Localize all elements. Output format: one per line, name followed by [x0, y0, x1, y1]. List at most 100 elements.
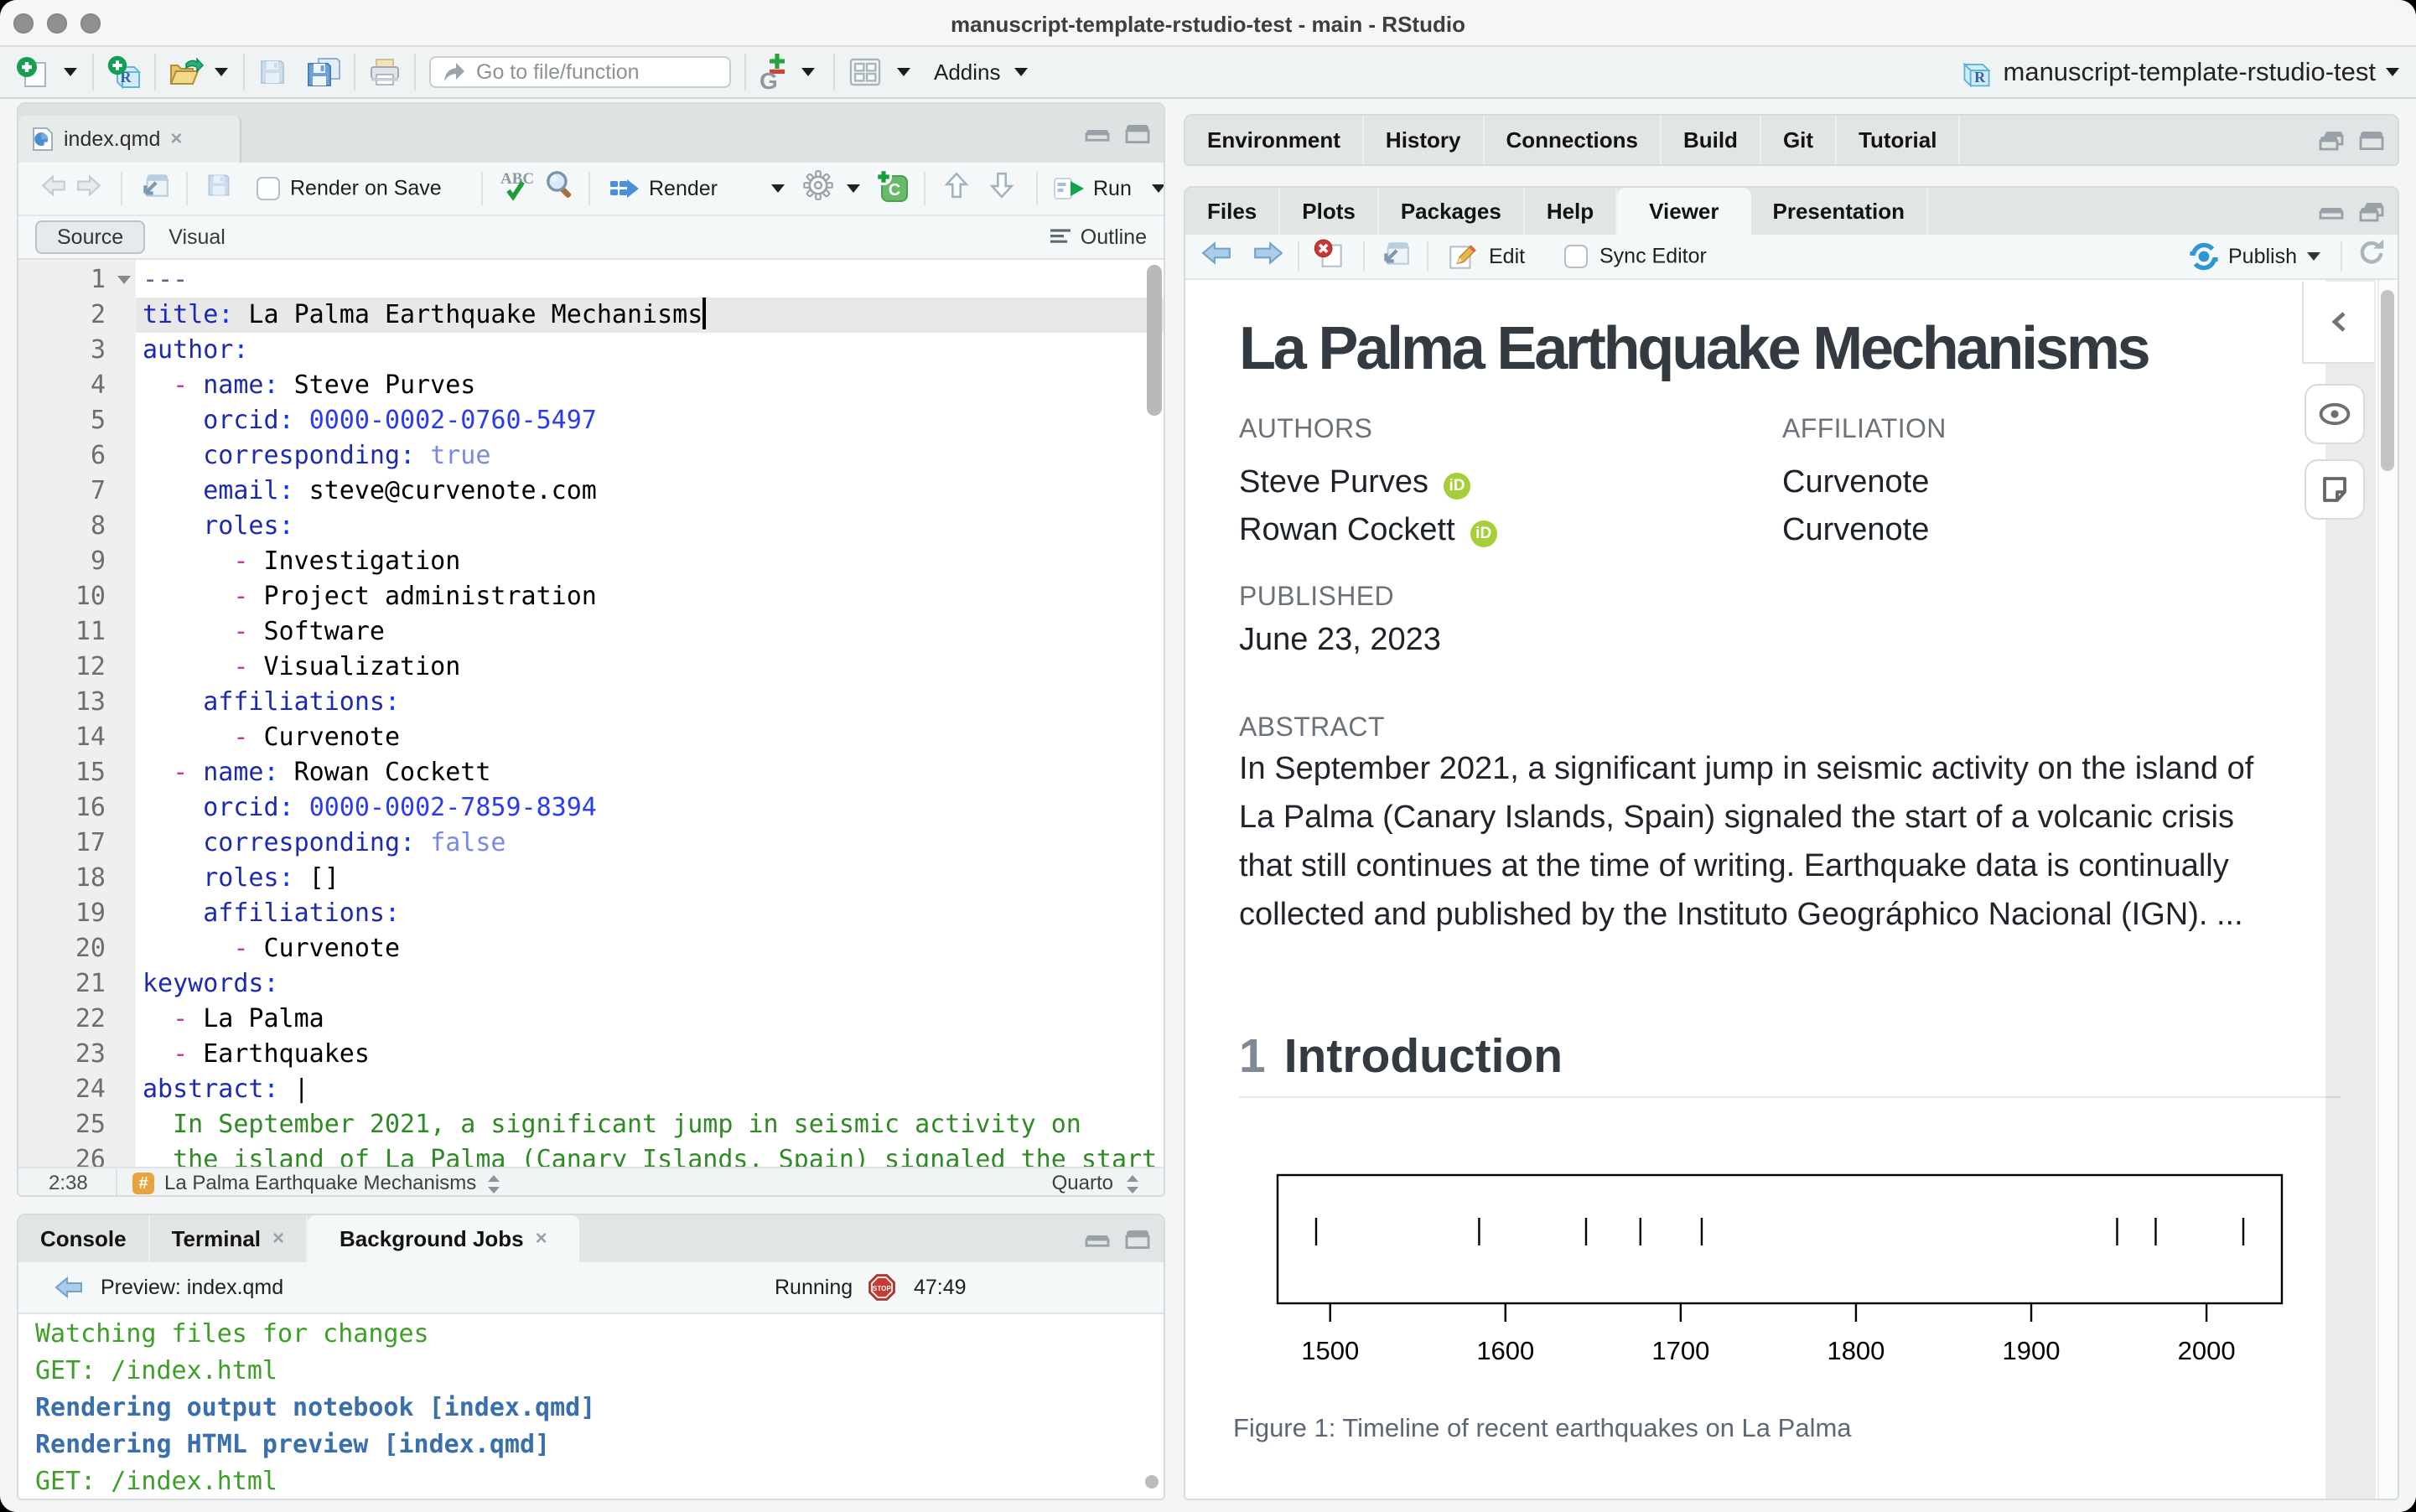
code-line[interactable]: 1---: [18, 262, 1164, 298]
tab-presentation[interactable]: Presentation: [1751, 188, 1929, 235]
viewer-popout-button[interactable]: [1380, 240, 1410, 273]
orcid-icon[interactable]: iD: [1470, 520, 1497, 547]
new-file-button[interactable]: [12, 50, 54, 94]
vcs-caret[interactable]: [801, 68, 815, 76]
tab-plots[interactable]: Plots: [1280, 188, 1379, 235]
viewer-refresh-button[interactable]: [2357, 239, 2386, 274]
render-button[interactable]: Render: [609, 176, 718, 201]
restore-pane-icon[interactable]: [2319, 129, 2344, 151]
tab-close-icon[interactable]: ×: [536, 1227, 547, 1251]
console-output[interactable]: Watching files for changesGET: /index.ht…: [18, 1314, 1164, 1500]
tab-close-icon[interactable]: ×: [272, 1227, 284, 1251]
run-next-button[interactable]: [989, 171, 1014, 206]
editor-scrollbar-thumb[interactable]: [1147, 265, 1162, 416]
code-line[interactable]: 22 - La Palma: [18, 1002, 1164, 1037]
console-tab-background-jobs[interactable]: Background Jobs×: [308, 1215, 579, 1262]
viewer-clear-button[interactable]: [1313, 238, 1346, 275]
new-note-button[interactable]: [2305, 459, 2365, 520]
run-button[interactable]: Run: [1053, 176, 1132, 201]
tab-help[interactable]: Help: [1525, 188, 1617, 235]
find-replace-button[interactable]: [545, 169, 577, 208]
editor-tab-close-icon[interactable]: ×: [170, 127, 182, 151]
maximize-pane-icon[interactable]: [1125, 122, 1150, 144]
console-tab-console[interactable]: Console: [18, 1215, 150, 1262]
project-menu-button[interactable]: R manuscript-template-rstudio-test: [1960, 47, 2400, 97]
stop-job-button[interactable]: STOP: [868, 1274, 895, 1307]
console-scrollbar-thumb[interactable]: [1145, 1475, 1159, 1489]
goto-file-search[interactable]: Go to file/function: [429, 56, 731, 88]
code-line[interactable]: 2title: La Palma Earthquake Mechanisms: [18, 298, 1164, 333]
code-line[interactable]: 10 - Project administration: [18, 579, 1164, 614]
viewer-forward-button[interactable]: [1252, 241, 1284, 272]
minimize-pane-icon[interactable]: [1085, 122, 1110, 144]
viewer-back-button[interactable]: [1200, 241, 1232, 272]
run-previous-button[interactable]: [944, 171, 969, 206]
render-settings-caret[interactable]: [847, 184, 860, 193]
render-caret[interactable]: [771, 184, 785, 193]
code-editor[interactable]: 1---2title: La Palma Earthquake Mechanis…: [18, 260, 1164, 1167]
tab-environment[interactable]: Environment: [1185, 116, 1364, 164]
publish-caret[interactable]: [2307, 252, 2320, 261]
tab-build[interactable]: Build: [1662, 116, 1761, 164]
code-line[interactable]: 6 corresponding: true: [18, 438, 1164, 474]
outline-button[interactable]: Outline: [1049, 225, 1147, 250]
tab-git[interactable]: Git: [1761, 116, 1837, 164]
annotation-collapse-button[interactable]: [2302, 282, 2374, 364]
maximize-pane-icon[interactable]: [2359, 129, 2384, 151]
console-back-button[interactable]: [50, 1266, 87, 1309]
run-caret[interactable]: [1152, 184, 1165, 193]
code-line[interactable]: 24abstract: |: [18, 1072, 1164, 1107]
language-mode[interactable]: Quarto: [1052, 1172, 1113, 1195]
open-recent-caret[interactable]: [215, 68, 228, 76]
tab-packages[interactable]: Packages: [1379, 188, 1525, 235]
minimize-pane-icon[interactable]: [2319, 200, 2344, 222]
orcid-icon[interactable]: iD: [1444, 473, 1470, 500]
console-tab-terminal[interactable]: Terminal×: [150, 1215, 308, 1262]
print-button[interactable]: [364, 50, 406, 94]
code-line[interactable]: 7 email: steve@curvenote.com: [18, 474, 1164, 509]
tab-files[interactable]: Files: [1185, 188, 1280, 235]
code-line[interactable]: 14 - Curvenote: [18, 720, 1164, 755]
render-on-save-checkbox[interactable]: [257, 177, 280, 200]
editor-back-button[interactable]: [40, 173, 67, 205]
save-all-button[interactable]: [302, 50, 345, 94]
code-line[interactable]: 8 roles:: [18, 509, 1164, 544]
code-line[interactable]: 11 - Software: [18, 614, 1164, 650]
code-line[interactable]: 20 - Curvenote: [18, 931, 1164, 966]
new-file-caret[interactable]: [64, 68, 77, 76]
editor-forward-button[interactable]: [75, 173, 102, 205]
addins-caret[interactable]: [1014, 68, 1028, 76]
tab-history[interactable]: History: [1364, 116, 1485, 164]
popout-editor-button[interactable]: [139, 172, 169, 205]
tab-tutorial[interactable]: Tutorial: [1837, 116, 1960, 164]
tab-connections[interactable]: Connections: [1485, 116, 1662, 164]
code-line[interactable]: 3author:: [18, 333, 1164, 368]
viewer-edit-button[interactable]: Edit: [1447, 242, 1525, 271]
tab-viewer[interactable]: Viewer: [1617, 188, 1750, 235]
code-line[interactable]: 5 orcid: 0000-0002-0760-5497: [18, 403, 1164, 438]
restore-pane-icon[interactable]: [2359, 200, 2384, 222]
vcs-button[interactable]: G: [754, 50, 791, 94]
code-line[interactable]: 15 - name: Rowan Cockett: [18, 755, 1164, 790]
code-line[interactable]: 16 orcid: 0000-0002-7859-8394: [18, 790, 1164, 826]
show-highlights-button[interactable]: [2305, 384, 2365, 444]
code-line[interactable]: 9 - Investigation: [18, 544, 1164, 579]
sync-editor-checkbox[interactable]: [1564, 245, 1588, 268]
fold-arrow-icon[interactable]: [117, 276, 131, 284]
code-line[interactable]: 21keywords:: [18, 966, 1164, 1002]
new-project-button[interactable]: R: [102, 50, 146, 94]
code-line[interactable]: 17 corresponding: false: [18, 826, 1164, 861]
panes-caret[interactable]: [897, 68, 910, 76]
viewer-scrollbar-thumb[interactable]: [2381, 290, 2394, 471]
panes-layout-button[interactable]: [843, 50, 887, 94]
code-line[interactable]: 12 - Visualization: [18, 650, 1164, 685]
code-line[interactable]: 19 affiliations:: [18, 896, 1164, 931]
insert-chunk-button[interactable]: C: [874, 168, 910, 210]
statusbar-outline-item[interactable]: La Palma Earthquake Mechanisms: [164, 1172, 476, 1195]
render-settings-button[interactable]: [803, 170, 833, 207]
editor-tab-indexqmd[interactable]: index.qmd ×: [18, 116, 241, 163]
editor-save-button[interactable]: [205, 171, 233, 206]
source-mode-button[interactable]: Source: [35, 220, 145, 254]
code-line[interactable]: 25 In September 2021, a significant jump…: [18, 1107, 1164, 1142]
code-line[interactable]: 13 affiliations:: [18, 685, 1164, 720]
